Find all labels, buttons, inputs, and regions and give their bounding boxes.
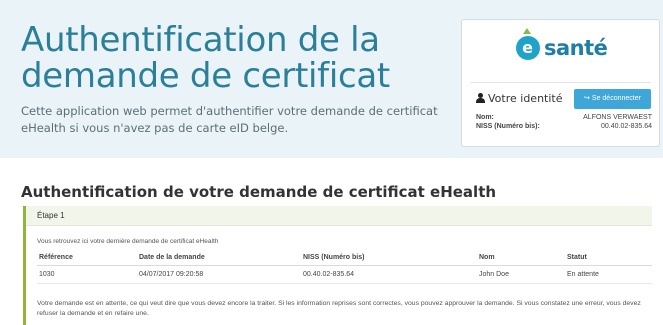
cell-niss: 00.40.02-835.64 [301,265,477,284]
step-panel: Étape 1 Vous retrouvez ici votre dernièr… [23,206,652,325]
step-intro: Vous retrouvez ici votre dernière demand… [37,238,219,245]
niss-label: NISS (Numéro bis): [476,123,540,130]
esante-logo-text: santé [544,36,608,60]
step-header: Étape 1 [26,206,652,226]
identity-heading-label: Votre identité [488,92,563,105]
cell-date: 04/07/2017 09:20:58 [137,265,301,284]
section-title: Authentification de votre demande de cer… [21,183,497,201]
hero-banner: Authentification de la demande de certif… [0,0,663,158]
divider [471,82,651,83]
request-table: Référence Date de la demande NISS (Numér… [37,251,652,284]
logout-button[interactable]: ↪ Se déconnecter [574,89,651,109]
cell-status: En attente [565,265,652,284]
identity-heading: Votre identité [476,92,563,105]
column-header-date: Date de la demande [137,251,301,266]
page-description: Cette application web permet d'authentif… [21,104,438,135]
cell-name: John Doe [477,265,565,284]
page-title: Authentification de la demande de certif… [21,20,390,96]
column-header-reference: Référence [37,251,137,266]
table-row: 1030 04/07/2017 09:20:58 00.40.02-835.64… [37,265,652,284]
column-header-niss: NISS (Numéro bis) [301,251,477,266]
niss-value: 00.40.02-835.64 [601,123,652,130]
step-note: Votre demande est en attente, ce qui veu… [37,300,641,317]
esante-logo-icon: e [515,28,540,60]
user-icon [476,93,485,103]
table-header-row: Référence Date de la demande NISS (Numér… [37,251,652,266]
identity-panel: e santé Votre identité ↪ Se déconnecter N… [461,19,660,147]
name-label: Nom: [476,114,494,121]
sign-out-icon: ↪ [584,95,590,102]
esante-logo: e santé [462,28,661,68]
cell-reference: 1030 [37,265,137,284]
column-header-name: Nom [477,251,565,266]
column-header-status: Statut [565,251,652,266]
name-value: ALFONS VERWAEST [583,114,652,121]
logout-label: Se déconnecter [591,95,641,102]
